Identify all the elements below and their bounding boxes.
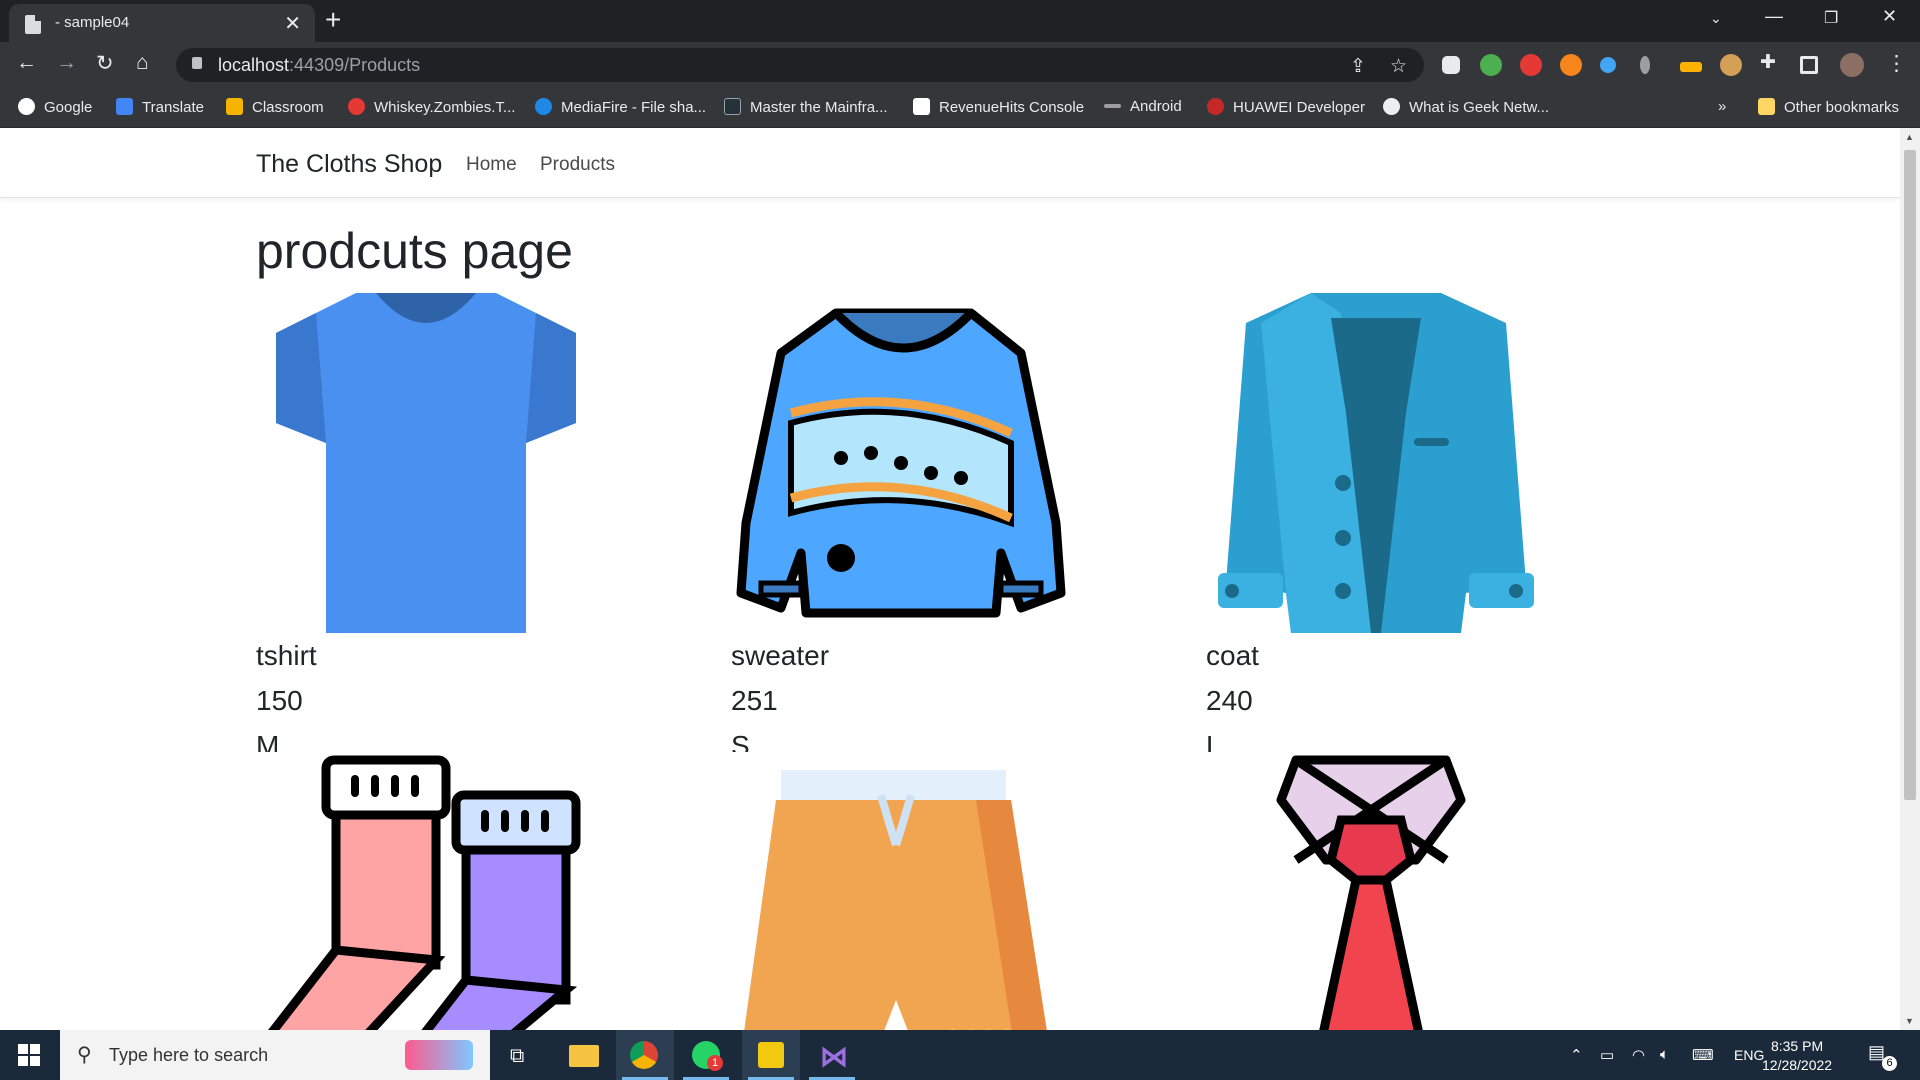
product-card: sweater 251 S — [731, 293, 1171, 752]
show-hidden-icons-icon[interactable]: ⌃ — [1570, 1046, 1583, 1064]
bookmarks-overflow-icon[interactable]: » — [1718, 98, 1726, 115]
metamask-icon[interactable] — [1560, 54, 1582, 76]
page-scrollbar[interactable]: ▲ ▼ — [1900, 128, 1920, 1030]
forward-button[interactable]: → — [56, 51, 77, 75]
file-explorer-app[interactable] — [555, 1030, 613, 1080]
socks-icon — [268, 755, 581, 1030]
sweater-icon — [736, 308, 1066, 618]
reload-button[interactable]: ↻ — [96, 51, 114, 76]
bookmark-whiskey-zombies[interactable]: Whiskey.Zombies.T... — [348, 98, 515, 116]
product-name: coat — [1206, 640, 1259, 671]
extension-icon[interactable] — [1600, 57, 1616, 73]
product-card — [1206, 750, 1646, 1030]
tab-search-icon[interactable]: ⌄ — [1710, 10, 1722, 27]
wifi-icon[interactable]: ◠ — [1632, 1046, 1645, 1064]
lock-icon — [192, 57, 202, 69]
nav-products-link[interactable]: Products — [540, 154, 615, 176]
page-title: prodcuts page — [256, 223, 573, 279]
product-card: coat 240 L — [1206, 293, 1646, 752]
extension-icon[interactable] — [1520, 54, 1542, 76]
clock-date: 12/28/2022 — [1762, 1057, 1833, 1073]
bookmark-geek-network[interactable]: What is Geek Netw... — [1383, 98, 1549, 116]
bookmark-classroom[interactable]: Classroom — [226, 98, 324, 116]
product-size: L — [1206, 730, 1222, 752]
windows-taskbar: ⚲ Type here to search ⧉ 1 ⋈ ⌃ ▭ ◠ 🔈︎ ⌨ E… — [0, 1030, 1920, 1080]
product-price: 150 — [256, 685, 303, 716]
scrollbar-thumb[interactable] — [1904, 150, 1916, 800]
powerbi-app[interactable] — [742, 1030, 800, 1080]
taskbar-clock[interactable]: 8:35 PM 12/28/2022 — [1762, 1037, 1832, 1075]
tie-icon — [1276, 755, 1466, 1030]
product-size: M — [256, 730, 280, 752]
bookmark-revenuehits[interactable]: RevenueHits Console — [913, 98, 1084, 116]
page-icon — [25, 15, 41, 34]
site-navbar: The Cloths Shop Home Products — [0, 128, 1900, 198]
battery-icon[interactable]: ▭ — [1600, 1046, 1614, 1064]
minimize-button[interactable]: — — [1765, 6, 1783, 27]
search-icon: ⚲ — [77, 1044, 92, 1066]
whatsapp-app[interactable]: 1 — [677, 1030, 735, 1080]
product-card — [731, 750, 1171, 1030]
product-card: tshirt 150 M — [256, 293, 696, 752]
restore-button[interactable]: ❐ — [1824, 8, 1838, 28]
bookmarks-bar: Google Translate Classroom Whiskey.Zombi… — [0, 88, 1920, 128]
extension-icon[interactable] — [1680, 62, 1702, 72]
shorts-icon — [744, 770, 1047, 1030]
clock-time: 8:35 PM — [1770, 1038, 1824, 1054]
cookie-icon[interactable] — [1720, 54, 1742, 76]
windows-start-icon[interactable] — [18, 1044, 40, 1066]
task-view-button[interactable]: ⧉ — [490, 1030, 548, 1080]
scroll-down-arrow-icon[interactable]: ▼ — [1905, 1016, 1914, 1026]
side-panel-icon[interactable] — [1800, 56, 1818, 74]
product-price: 240 — [1206, 685, 1253, 716]
extension-icon[interactable] — [1480, 54, 1502, 76]
tab-title: - sample04 — [55, 14, 130, 31]
search-placeholder: Type here to search — [109, 1045, 269, 1065]
coat-icon — [1218, 293, 1534, 633]
browser-tab-strip: - sample04 ✕ + ⌄ — ❐ ✕ — [0, 0, 1920, 42]
notification-badge: 1 — [707, 1055, 723, 1071]
close-icon[interactable]: ✕ — [284, 11, 301, 36]
share-icon[interactable]: ⇪ — [1350, 55, 1366, 78]
bookmark-google[interactable]: Google — [18, 98, 92, 116]
bookmark-translate[interactable]: Translate — [116, 98, 204, 116]
visual-studio-app[interactable]: ⋈ — [803, 1030, 861, 1080]
bookmark-huawei-developer[interactable]: HUAWEI Developer — [1207, 98, 1365, 116]
browser-toolbar: ← → ↻ ⌂ localhost:44309/Products ⇪ ☆ ✚ ⋮ — [0, 42, 1920, 88]
product-price: 251 — [731, 685, 778, 716]
address-bar[interactable]: localhost:44309/Products ⇪ ☆ — [176, 48, 1424, 82]
close-window-button[interactable]: ✕ — [1882, 6, 1897, 27]
nav-home-link[interactable]: Home — [466, 154, 517, 176]
new-tab-button[interactable]: + — [325, 4, 341, 36]
keyboard-icon[interactable]: ⌨ — [1692, 1046, 1714, 1064]
volume-icon[interactable]: 🔈︎ — [1660, 1046, 1669, 1063]
search-highlight-icon[interactable] — [405, 1040, 473, 1070]
bookmark-mediafire[interactable]: MediaFire - File sha... — [535, 98, 706, 116]
extension-icon[interactable] — [1442, 56, 1460, 74]
product-size: S — [731, 730, 750, 752]
menu-icon[interactable]: ⋮ — [1886, 51, 1907, 76]
back-button[interactable]: ← — [16, 51, 37, 75]
bookmark-star-icon[interactable]: ☆ — [1390, 55, 1407, 78]
site-brand[interactable]: The Cloths Shop — [256, 150, 442, 179]
tshirt-icon — [276, 293, 576, 633]
chrome-app[interactable] — [616, 1030, 674, 1080]
extension-icon[interactable] — [1640, 56, 1650, 74]
page-viewport: The Cloths Shop Home Products prodcuts p… — [0, 128, 1900, 1030]
product-name: tshirt — [256, 640, 317, 671]
product-card — [256, 750, 696, 1030]
taskbar-search-box[interactable]: ⚲ Type here to search — [60, 1030, 490, 1080]
scroll-up-arrow-icon[interactable]: ▲ — [1905, 132, 1914, 142]
product-name: sweater — [731, 640, 830, 671]
extensions-puzzle-icon[interactable]: ✚ — [1760, 51, 1776, 74]
bookmark-master-mainframe[interactable]: Master the Mainfra... — [724, 98, 888, 116]
home-button[interactable]: ⌂ — [136, 51, 149, 75]
url-text[interactable]: localhost:44309/Products — [218, 55, 420, 76]
bookmark-android[interactable]: Android — [1104, 98, 1182, 115]
language-indicator[interactable]: ENG — [1734, 1047, 1764, 1063]
avatar[interactable] — [1840, 53, 1864, 77]
other-bookmarks[interactable]: Other bookmarks — [1758, 98, 1899, 116]
notification-count-badge: 6 — [1882, 1056, 1897, 1071]
browser-tab[interactable]: - sample04 ✕ — [9, 4, 315, 42]
